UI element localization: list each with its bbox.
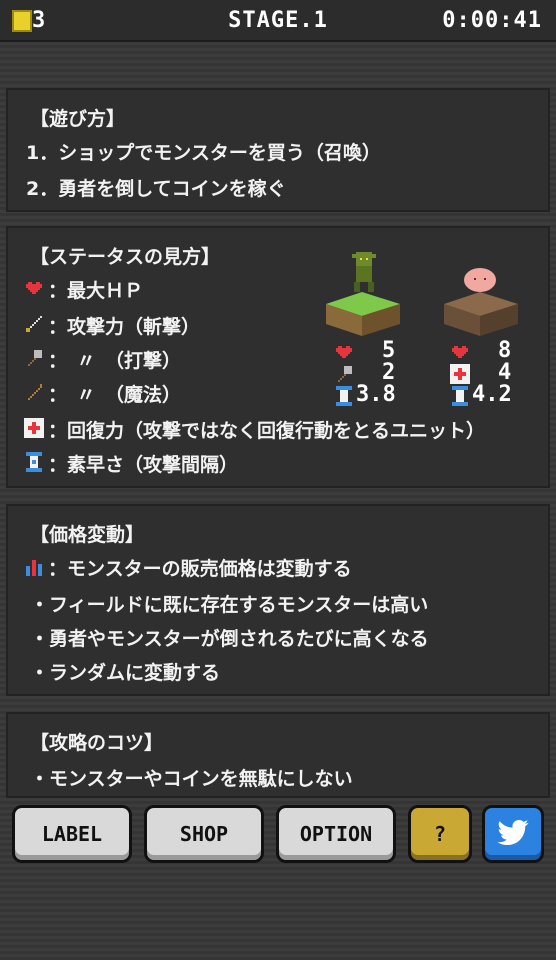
unit-goblin-speed: 3.8 [356, 382, 396, 407]
price-line-4: ・ランダムに変動する [30, 662, 221, 684]
sword-icon [26, 316, 42, 332]
how-to-play-title: 【遊び方】 [30, 108, 126, 130]
status-row-slash: ：攻撃力（斬撃） [48, 316, 201, 338]
status-panel: 【ステータスの見方】 ：最大ＨＰ ：攻撃力（斬撃） ： 〃 （打撃） ： 〃 （… [6, 226, 550, 488]
unit-goblin-heart-icon [336, 346, 352, 358]
unit-blob-heart-icon [452, 346, 468, 358]
how-to-play-line-1: 1．ショップでモンスターを買う（召喚） [26, 142, 381, 164]
goblin-icon [326, 252, 400, 336]
unit-blob-card: 8 4 4.2 [432, 244, 532, 407]
how-to-play-line-2: 2．勇者を倒してコインを稼ぐ [26, 178, 286, 200]
twitter-bird-icon [497, 820, 529, 846]
hammer-icon [28, 350, 42, 366]
price-line-2: ・フィールドに既に存在するモンスターは高い [30, 594, 429, 616]
price-title: 【価格変動】 [30, 524, 145, 546]
bar-chart-icon [26, 560, 42, 576]
blob-icon [444, 268, 518, 336]
top-bar: 3 STAGE.1 0:00:41 [0, 0, 556, 42]
status-row-heal: ：回復力（攻撃ではなく回復行動をとるユニット） [48, 420, 486, 442]
timer: 0:00:41 [442, 8, 542, 33]
tips-line-1: ・モンスターやコインを無駄にしない [30, 768, 353, 790]
heart-icon [26, 282, 42, 294]
unit-blob-speed: 4.2 [472, 382, 512, 407]
label-button[interactable]: LABEL [12, 805, 132, 863]
staff-icon [28, 384, 42, 400]
option-button[interactable]: OPTION [276, 805, 396, 863]
hourglass-icon [26, 452, 42, 472]
how-to-play-panel: 【遊び方】 1．ショップでモンスターを買う（召喚） 2．勇者を倒してコインを稼ぐ [6, 88, 550, 212]
price-panel: 【価格変動】 ：モンスターの販売価格は変動する ・フィールドに既に存在するモンス… [6, 504, 550, 696]
status-row-magic: ： 〃 （魔法） [48, 384, 182, 406]
twitter-button[interactable] [482, 805, 544, 863]
price-line-3: ・勇者やモンスターが倒されるたびに高くなる [30, 628, 429, 650]
heal-icon [24, 418, 44, 438]
status-title: 【ステータスの見方】 [30, 246, 221, 268]
unit-blob-hourglass-icon [452, 386, 468, 406]
tips-panel: 【攻略のコツ】 ・モンスターやコインを無駄にしない [6, 712, 550, 798]
unit-blob-heal-icon [450, 364, 470, 384]
unit-goblin-card: 5 2 3.8 [312, 244, 412, 407]
unit-goblin-hourglass-icon [336, 386, 352, 406]
price-line-1: ：モンスターの販売価格は変動する [48, 558, 352, 580]
help-button[interactable]: ? [408, 805, 472, 863]
shop-button[interactable]: SHOP [144, 805, 264, 863]
status-row-hp: ：最大ＨＰ [48, 280, 144, 302]
status-row-strike: ： 〃 （打撃） [48, 350, 182, 372]
tips-title: 【攻略のコツ】 [30, 732, 164, 754]
status-row-speed: ：素早さ（攻撃間隔） [48, 454, 239, 476]
unit-goblin-hammer-icon [338, 366, 352, 382]
